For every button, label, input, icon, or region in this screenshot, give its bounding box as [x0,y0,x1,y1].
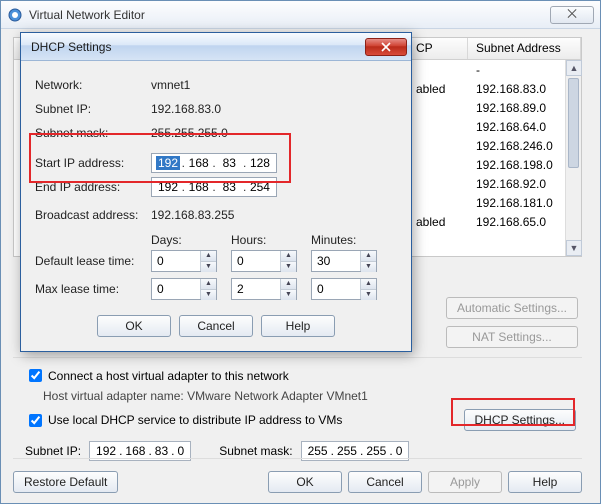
spin-up-icon[interactable]: ▲ [201,251,216,262]
connect-host-adapter-row: Connect a host virtual adapter to this n… [25,366,582,385]
host-adapter-name: Host virtual adapter name: VMware Networ… [43,389,582,403]
spin-up-icon[interactable]: ▲ [281,251,296,262]
use-dhcp-label: Use local DHCP service to distribute IP … [48,413,342,427]
spin-up-icon[interactable]: ▲ [201,279,216,290]
window-title: Virtual Network Editor [29,8,550,22]
dlg-subnet-ip-label: Subnet IP: [35,102,151,116]
dialog-title: DHCP Settings [31,40,365,54]
default-lease-hours[interactable]: 0▲▼ [231,250,297,272]
close-icon: ⨉ [567,7,577,22]
scroll-up-icon[interactable]: ▲ [566,60,582,76]
dialog-titlebar[interactable]: DHCP Settings [21,33,411,61]
start-ip-input[interactable]: 192. 168. 83. 128 [151,153,277,173]
main-close-button[interactable]: ⨉ [550,6,594,24]
dialog-button-row: OK Cancel Help [35,315,397,337]
nat-settings-button[interactable]: NAT Settings... [446,326,578,348]
connect-host-adapter-checkbox[interactable] [29,369,42,382]
main-ok-button[interactable]: OK [268,471,342,493]
scroll-thumb[interactable] [568,78,579,168]
main-titlebar: Virtual Network Editor ⨉ [1,1,600,29]
dlg-subnet-mask-value: 255.255.255.0 [151,126,228,140]
subnet-ip-label: Subnet IP: [25,444,81,458]
bottom-button-row: Restore Default OK Cancel Apply Help [13,471,582,493]
divider [13,458,582,459]
minutes-label: Minutes: [311,233,391,247]
max-lease-label: Max lease time: [35,282,151,296]
end-ip-input[interactable]: 192. 168. 83. 254 [151,177,277,197]
main-help-button[interactable]: Help [508,471,582,493]
spin-up-icon[interactable]: ▲ [361,251,376,262]
default-lease-minutes[interactable]: 30▲▼ [311,250,377,272]
spin-down-icon[interactable]: ▼ [361,290,376,300]
dialog-help-button[interactable]: Help [261,315,335,337]
dlg-subnet-mask-label: Subnet mask: [35,126,151,140]
close-icon [381,42,391,52]
spin-down-icon[interactable]: ▼ [281,290,296,300]
table-scrollbar[interactable]: ▲ ▼ [565,60,581,256]
dialog-cancel-button[interactable]: Cancel [179,315,253,337]
days-label: Days: [151,233,231,247]
network-label: Network: [35,78,151,92]
column-dhcp[interactable]: CP [408,38,468,59]
use-dhcp-row: Use local DHCP service to distribute IP … [25,409,582,431]
main-apply-button[interactable]: Apply [428,471,502,493]
broadcast-label: Broadcast address: [35,208,151,222]
spin-up-icon[interactable]: ▲ [361,279,376,290]
spin-down-icon[interactable]: ▼ [201,262,216,272]
restore-default-button[interactable]: Restore Default [13,471,118,493]
scroll-down-icon[interactable]: ▼ [566,240,582,256]
use-dhcp-checkbox[interactable] [29,414,42,427]
spin-down-icon[interactable]: ▼ [281,262,296,272]
main-cancel-button[interactable]: Cancel [348,471,422,493]
hours-label: Hours: [231,233,311,247]
max-lease-minutes[interactable]: 0▲▼ [311,278,377,300]
right-button-group: Automatic Settings... NAT Settings... [446,297,578,348]
dlg-subnet-ip-value: 192.168.83.0 [151,102,221,116]
max-lease-days[interactable]: 0▲▼ [151,278,217,300]
default-lease-label: Default lease time: [35,254,151,268]
automatic-settings-button[interactable]: Automatic Settings... [446,297,578,319]
spin-down-icon[interactable]: ▼ [201,290,216,300]
app-icon [7,7,23,23]
start-ip-label: Start IP address: [35,156,151,170]
dialog-body: Network:vmnet1 Subnet IP:192.168.83.0 Su… [21,61,411,351]
subnet-mask-label: Subnet mask: [219,444,292,458]
max-lease-hours[interactable]: 2▲▼ [231,278,297,300]
connect-host-adapter-label: Connect a host virtual adapter to this n… [48,369,289,383]
dialog-ok-button[interactable]: OK [97,315,171,337]
network-value: vmnet1 [151,78,190,92]
vnet-options: Connect a host virtual adapter to this n… [13,357,582,461]
spin-down-icon[interactable]: ▼ [361,262,376,272]
spin-up-icon[interactable]: ▲ [281,279,296,290]
dialog-close-button[interactable] [365,38,407,56]
dhcp-settings-dialog: DHCP Settings Network:vmnet1 Subnet IP:1… [20,32,412,352]
broadcast-value: 192.168.83.255 [151,208,234,222]
lease-header: Days: Hours: Minutes: [35,233,397,247]
dhcp-settings-button[interactable]: DHCP Settings... [464,409,576,431]
default-lease-days[interactable]: 0▲▼ [151,250,217,272]
column-subnet[interactable]: Subnet Address [468,38,581,59]
end-ip-label: End IP address: [35,180,151,194]
